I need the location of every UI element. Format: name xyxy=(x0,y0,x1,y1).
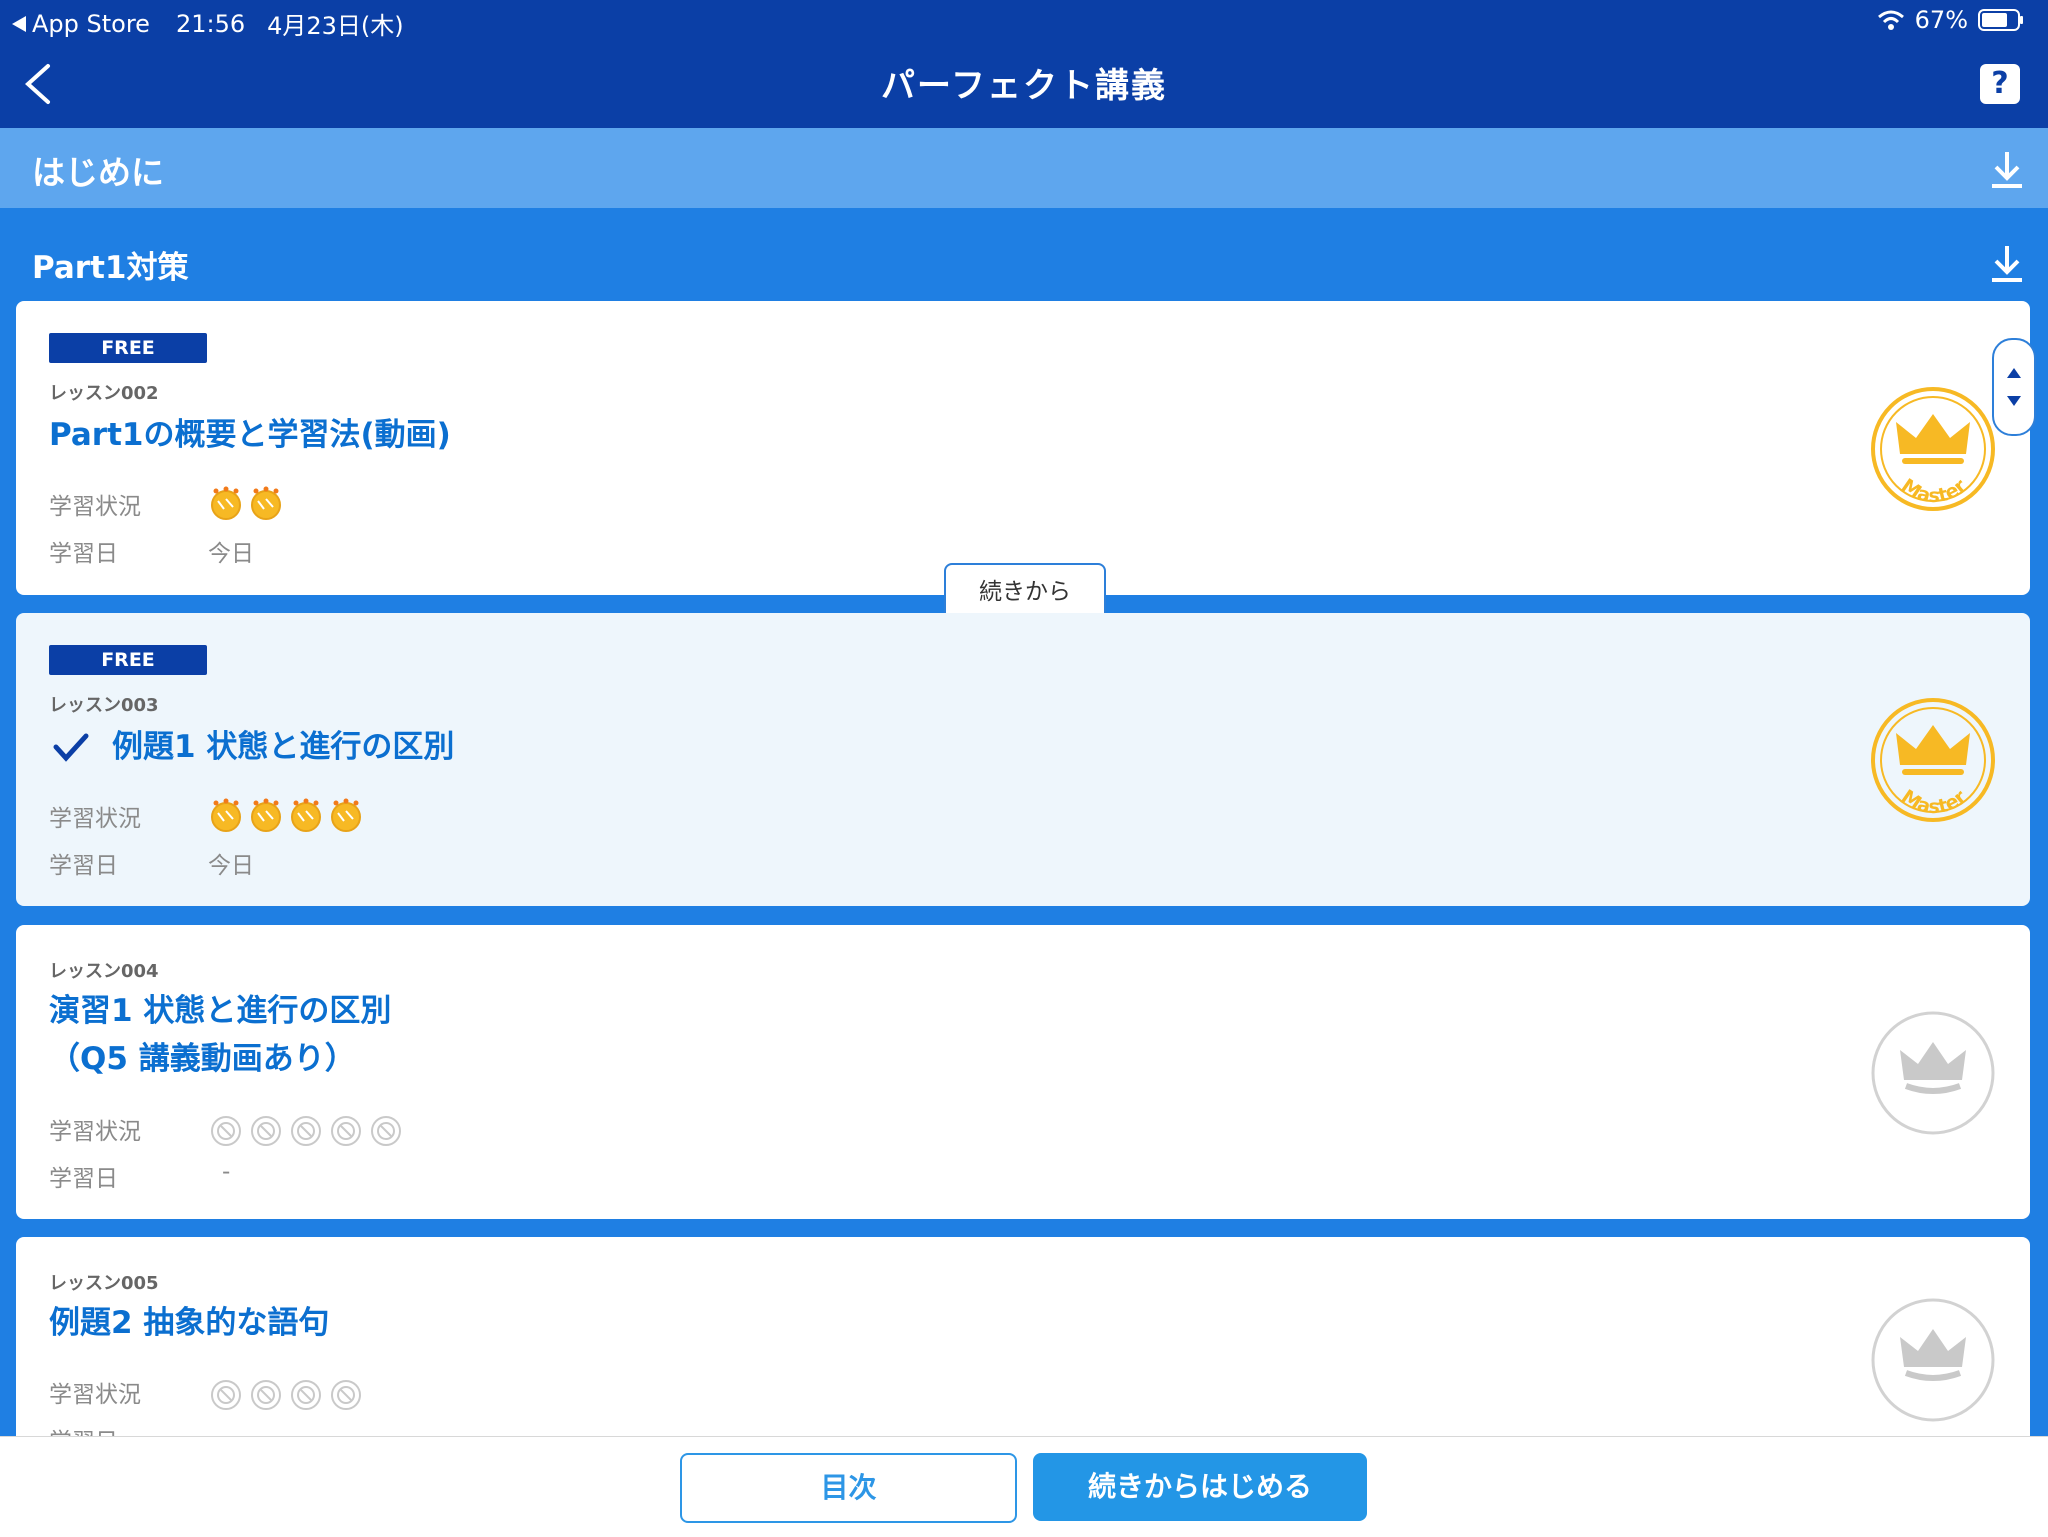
progress-stars xyxy=(206,1111,406,1147)
wifi-icon xyxy=(1877,10,1904,30)
status-label: 学習状況 xyxy=(49,1382,141,1408)
lesson-card[interactable]: FREE レッスン003 例題1 状態と進行の区別 学習状況 学習日 今日 Ma… xyxy=(16,613,2030,906)
date-value: 今日 xyxy=(208,541,254,567)
crown-inactive-icon xyxy=(1871,1011,1995,1135)
status-label: 学習状況 xyxy=(49,1119,141,1145)
scroll-stepper[interactable] xyxy=(1992,338,2036,436)
download-icon[interactable] xyxy=(1988,148,2026,190)
lesson-number: レッスン005 xyxy=(49,1273,159,1294)
lesson-card[interactable]: レッスン005 例題2 抽象的な語句 学習状況 学習日 xyxy=(16,1237,2030,1457)
incomplete-medal-icon xyxy=(211,1380,241,1410)
completed-medal-icon xyxy=(331,798,361,832)
tooltip-label: 続きから xyxy=(979,579,1071,605)
status-left: App Store 21:56 4月23日(木) xyxy=(12,6,404,41)
date-label: 学習日 xyxy=(49,853,118,879)
section-part1[interactable]: Part1対策 xyxy=(0,208,2048,300)
incomplete-medal-icon xyxy=(251,1116,281,1146)
status-bar: App Store 21:56 4月23日(木) 67% xyxy=(0,0,2048,40)
lesson-title: 演習1 状態と進行の区別 xyxy=(49,993,392,1029)
master-crown-icon: Master xyxy=(1871,387,1995,511)
help-button[interactable]: ? xyxy=(1980,64,2020,104)
lesson-title: 例題2 抽象的な語句 xyxy=(49,1305,330,1341)
navigation-bar: パーフェクト講義 ? xyxy=(0,40,2048,128)
checkmark-icon xyxy=(53,733,89,762)
back-app-label: App Store xyxy=(32,9,150,38)
completed-medal-icon xyxy=(251,798,281,832)
lesson-title: Part1の概要と学習法(動画) xyxy=(49,417,451,453)
table-of-contents-button[interactable]: 目次 xyxy=(680,1453,1017,1523)
completed-medal-icon xyxy=(251,486,281,520)
section-title: Part1対策 xyxy=(32,250,189,286)
incomplete-medal-icon xyxy=(251,1380,281,1410)
completed-medal-icon xyxy=(211,486,241,520)
lesson-title-line2: （Q5 講義動画あり） xyxy=(49,1041,356,1077)
section-introduction[interactable]: はじめに xyxy=(0,128,2048,208)
incomplete-medal-icon xyxy=(371,1116,401,1146)
back-to-app-store-link[interactable]: App Store xyxy=(12,10,150,38)
scroll-arrows-icon[interactable] xyxy=(1994,340,2034,434)
date-value: - xyxy=(222,1159,231,1185)
battery-icon xyxy=(1978,9,2023,31)
incomplete-medal-icon xyxy=(331,1380,361,1410)
status-date: 4月23日(木) xyxy=(267,12,404,40)
completed-medal-icon xyxy=(291,798,321,832)
incomplete-medal-icon xyxy=(331,1116,361,1146)
status-right: 67% xyxy=(1877,6,2024,34)
bottom-toolbar: 目次 続きからはじめる xyxy=(0,1436,2048,1537)
lesson-card[interactable]: レッスン004 演習1 状態と進行の区別 （Q5 講義動画あり） 学習状況 学習… xyxy=(16,925,2030,1219)
free-badge: FREE xyxy=(49,645,207,675)
incomplete-medal-icon xyxy=(291,1380,321,1410)
status-label: 学習状況 xyxy=(49,494,141,520)
status-time: 21:56 xyxy=(175,9,246,38)
incomplete-medal-icon xyxy=(211,1116,241,1146)
lesson-title: 例題1 状態と進行の区別 xyxy=(112,729,455,765)
resume-button[interactable]: 続きからはじめる xyxy=(1033,1453,1367,1521)
lesson-card[interactable]: FREE レッスン002 Part1の概要と学習法(動画) 学習状況 学習日 今… xyxy=(16,301,2030,595)
lesson-number: レッスン004 xyxy=(49,961,159,982)
lesson-number: レッスン003 xyxy=(49,695,159,716)
progress-stars xyxy=(206,485,286,521)
master-crown-icon: Master xyxy=(1871,698,1995,822)
date-label: 学習日 xyxy=(49,541,118,567)
progress-stars xyxy=(206,1375,366,1411)
download-icon[interactable] xyxy=(1988,242,2026,284)
date-label: 学習日 xyxy=(49,1166,118,1192)
battery-percent: 67% xyxy=(1914,6,1968,34)
incomplete-medal-icon xyxy=(291,1116,321,1146)
completed-medal-icon xyxy=(211,798,241,832)
crown-inactive-icon xyxy=(1871,1298,1995,1422)
date-value: 今日 xyxy=(208,853,254,879)
status-label: 学習状況 xyxy=(49,806,141,832)
section-title: はじめに xyxy=(32,153,164,192)
lesson-number: レッスン002 xyxy=(49,383,159,404)
free-badge: FREE xyxy=(49,333,207,363)
progress-stars xyxy=(206,797,366,833)
back-triangle-icon xyxy=(12,15,26,32)
page-title: パーフェクト講義 xyxy=(881,66,1167,106)
